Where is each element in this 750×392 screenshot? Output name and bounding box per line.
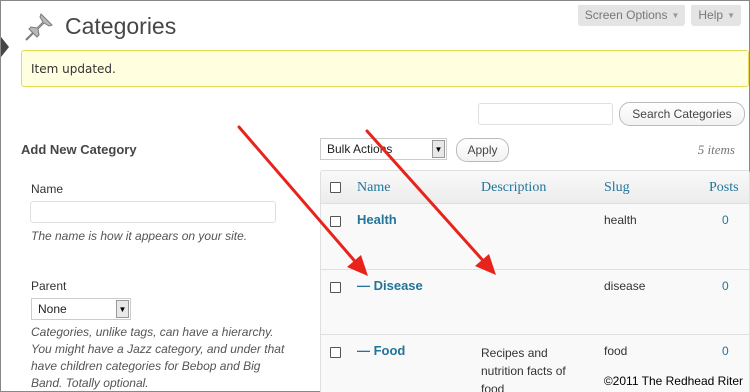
row-checkbox[interactable] [330, 347, 341, 358]
dropdown-arrow-icon: ▼ [432, 140, 445, 158]
column-slug[interactable]: Slug [604, 180, 630, 196]
column-description[interactable]: Description [481, 180, 546, 196]
table-row: Health health 0 [321, 204, 749, 269]
apply-button[interactable]: Apply [456, 138, 509, 162]
triangle-down-icon: ▼ [671, 10, 680, 20]
copyright-watermark: ©2011 The Redhead Riter [603, 374, 743, 388]
column-name[interactable]: Name [357, 180, 390, 196]
pushpin-icon [25, 13, 53, 41]
search-categories-button[interactable]: Search Categories [619, 102, 745, 126]
name-field[interactable] [30, 201, 276, 223]
parent-selected-value: None [38, 302, 67, 316]
category-posts-link[interactable]: 0 [722, 213, 729, 227]
category-name-link[interactable]: — Disease [357, 278, 423, 293]
triangle-down-icon: ▼ [727, 10, 735, 20]
category-slug: health [604, 213, 637, 227]
parent-select[interactable]: None ▼ [31, 298, 131, 320]
admin-menu-pointer [1, 37, 9, 57]
items-count: 5 items [697, 142, 735, 157]
row-checkbox[interactable] [330, 216, 341, 227]
bulk-actions-select[interactable]: Bulk Actions ▼ [320, 138, 447, 160]
screen-options-label: Screen Options [584, 8, 668, 22]
table-row: — Disease disease 0 [321, 269, 749, 334]
parent-label: Parent [31, 279, 67, 293]
add-new-category-heading: Add New Category [21, 142, 137, 157]
screen-meta-links: Screen Options ▼ Help ▼ [577, 5, 741, 26]
page-title: Categories [65, 13, 177, 39]
screen-options-button[interactable]: Screen Options ▼ [577, 5, 686, 26]
category-slug: food [604, 344, 628, 358]
table-header: Name Description Slug Posts [321, 171, 749, 204]
help-label: Help [698, 8, 724, 22]
column-posts[interactable]: Posts [709, 180, 739, 196]
categories-table: Name Description Slug Posts Health healt… [320, 170, 750, 392]
dropdown-arrow-icon: ▼ [116, 300, 129, 318]
category-name-link[interactable]: — Food [357, 343, 405, 358]
search-input[interactable] [478, 103, 613, 125]
category-posts-link[interactable]: 0 [722, 279, 729, 293]
update-notice: Item updated. [21, 50, 749, 87]
category-description: Recipes and nutrition facts of food [481, 346, 566, 392]
category-name-link[interactable]: Health [357, 212, 397, 227]
select-all-checkbox[interactable] [330, 182, 341, 193]
category-slug: disease [604, 279, 646, 293]
bulk-actions-value: Bulk Actions [327, 142, 393, 156]
category-posts-link[interactable]: 0 [722, 344, 729, 358]
name-label: Name [31, 182, 64, 196]
name-help-text: The name is how it appears on your site. [31, 229, 248, 243]
parent-help-text: Categories, unlike tags, can have a hier… [31, 325, 285, 390]
help-button[interactable]: Help ▼ [691, 5, 741, 26]
row-checkbox[interactable] [330, 282, 341, 293]
